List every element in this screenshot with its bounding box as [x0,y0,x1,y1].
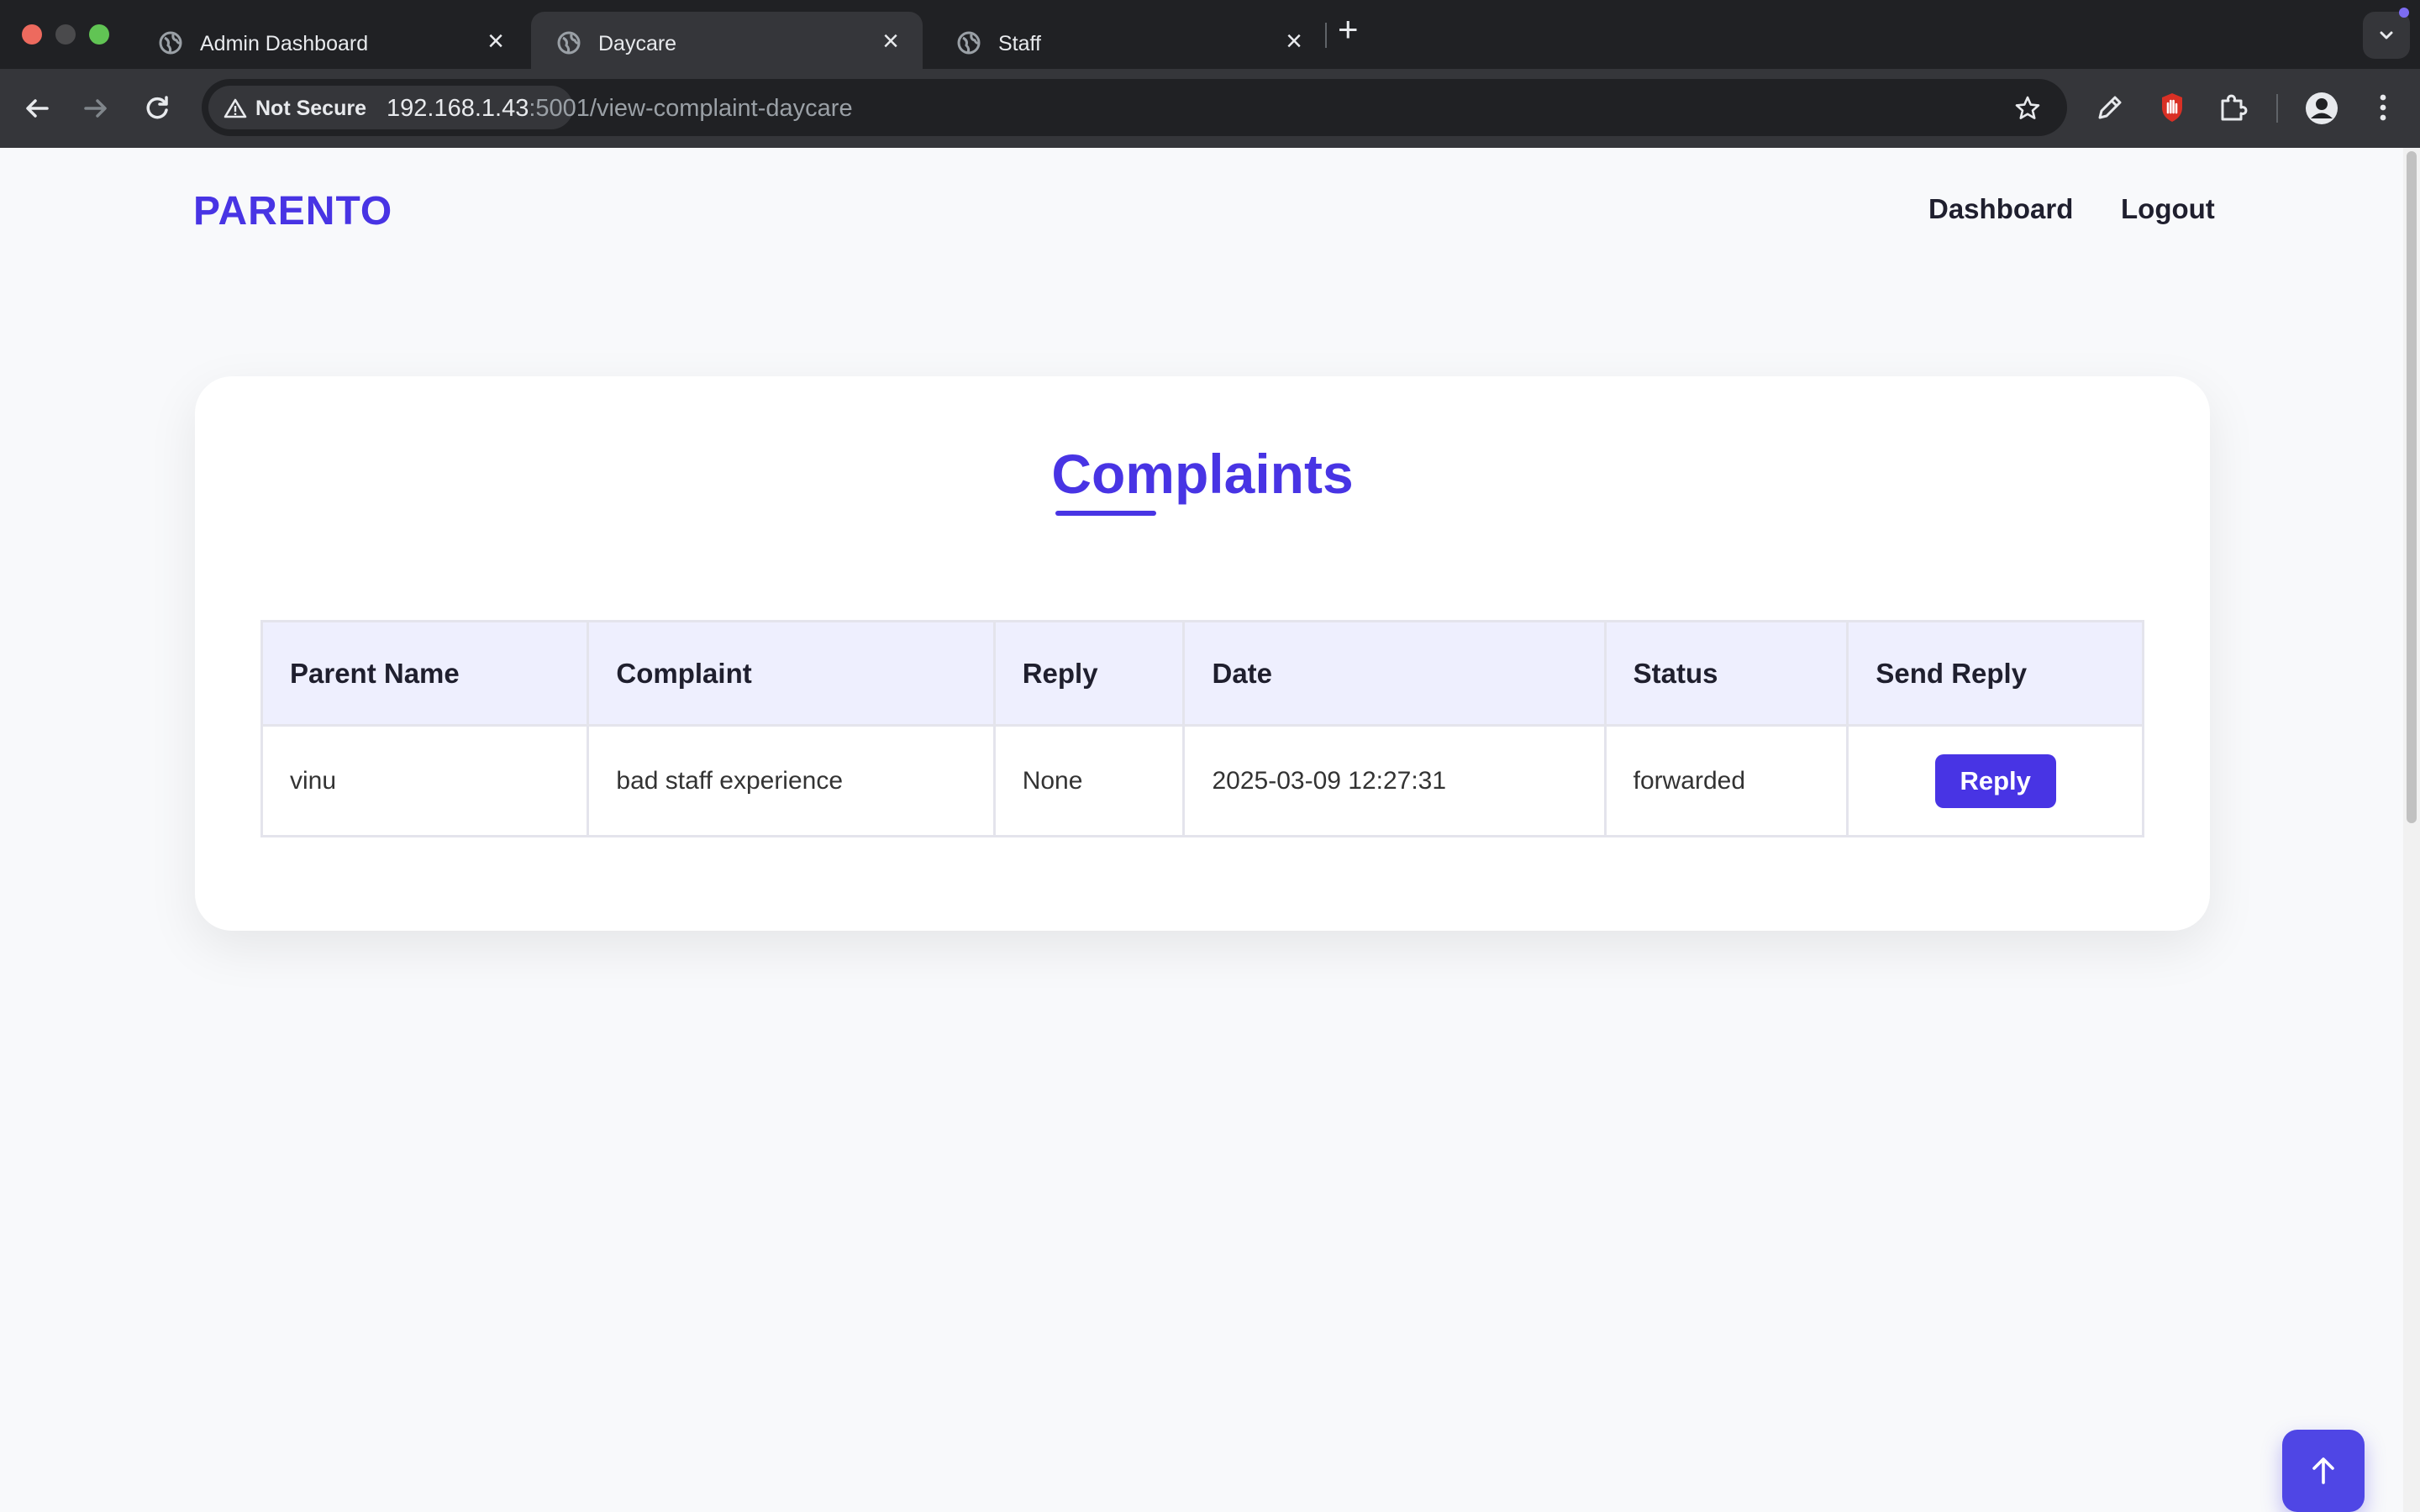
window-minimize-button[interactable] [55,24,76,45]
nav-link-logout[interactable]: Logout [2121,193,2215,225]
back-button[interactable] [18,90,55,127]
back-arrow-icon [26,99,49,118]
tab-separator [1325,23,1327,48]
column-header-reply: Reply [992,620,1186,727]
globe-icon [159,31,182,55]
nav-link-dashboard[interactable]: Dashboard [1928,193,2073,225]
reload-button[interactable] [139,90,176,127]
security-label: Not Secure [255,97,366,120]
plus-icon[interactable]: + [1338,12,1359,47]
scrollbar-thumb[interactable] [2407,151,2417,823]
tab-daycare[interactable]: Daycare × [531,12,923,69]
cell-reply: None [992,724,1186,837]
cell-send-reply: Reply [1846,724,2144,837]
cell-date: 2025-03-09 12:27:31 [1182,724,1607,837]
close-icon[interactable]: × [1286,27,1302,55]
browser-tab-strip: Admin Dashboard × Daycare × Staff × + [0,0,2420,69]
globe-icon [957,31,981,55]
complaints-table: Parent Name Complaint Reply Date Status … [260,620,2144,837]
reload-icon [146,96,168,119]
scroll-to-top-button[interactable] [2282,1430,2365,1512]
brand-logo[interactable]: PARENTO [193,188,392,234]
cell-parent-name: vinu [260,724,590,837]
toolbar-separator [2276,94,2278,123]
pen-icon[interactable] [2093,91,2127,124]
table-row: vinu bad staff experience None 2025-03-0… [260,724,2144,837]
kebab-menu-icon[interactable] [2368,91,2398,124]
stop-hand-icon[interactable] [2155,91,2189,124]
arrow-up-icon [2312,1457,2334,1484]
cell-complaint: bad staff experience [587,724,996,837]
tab-title: Daycare [598,32,677,55]
puzzle-icon[interactable] [2216,91,2249,124]
close-icon[interactable]: × [882,27,899,55]
cell-status: forwarded [1603,724,1849,837]
url-host: 192.168.1.43 [387,95,529,122]
warning-icon [224,98,247,118]
notification-dot [2399,8,2409,18]
page-scrollbar[interactable] [2403,148,2420,1512]
page-viewport: PARENTO Dashboard Logout Complaints Pare… [0,148,2403,1512]
column-header-send-reply: Send Reply [1846,620,2144,727]
browser-toolbar: Not Secure 192.168.1.43:5001/view-compla… [0,69,2420,148]
tab-title: Staff [998,32,1041,55]
window-zoom-button[interactable] [89,24,109,45]
profile-icon[interactable] [2304,91,2339,126]
title-underline [1055,511,1156,516]
column-header-parent-name: Parent Name [260,620,590,727]
reply-button[interactable]: Reply [1934,753,2056,808]
tab-staff[interactable]: Staff × [931,12,1326,69]
column-header-status: Status [1603,620,1849,727]
url-path: :5001/view-complaint-daycare [529,95,853,122]
column-header-date: Date [1182,620,1607,727]
chevron-down-icon [2380,31,2393,39]
complaints-card: Complaints Parent Name Complaint Reply D… [195,376,2210,931]
table-header-row: Parent Name Complaint Reply Date Status … [260,620,2144,727]
forward-button[interactable] [77,90,114,127]
column-header-complaint: Complaint [587,620,996,727]
close-icon[interactable]: × [487,27,504,55]
page-title: Complaints [1051,443,1354,505]
url-text[interactable]: 192.168.1.43:5001/view-complaint-daycare [387,95,853,123]
tab-title: Admin Dashboard [200,32,369,55]
window-close-button[interactable] [22,24,42,45]
star-icon[interactable] [2013,94,2042,123]
globe-icon [557,31,581,55]
tab-admin-dashboard[interactable]: Admin Dashboard × [133,12,528,69]
address-bar[interactable]: Not Secure 192.168.1.43:5001/view-compla… [202,79,2067,136]
tab-search-button[interactable] [2363,12,2410,59]
forward-arrow-icon [84,99,107,118]
